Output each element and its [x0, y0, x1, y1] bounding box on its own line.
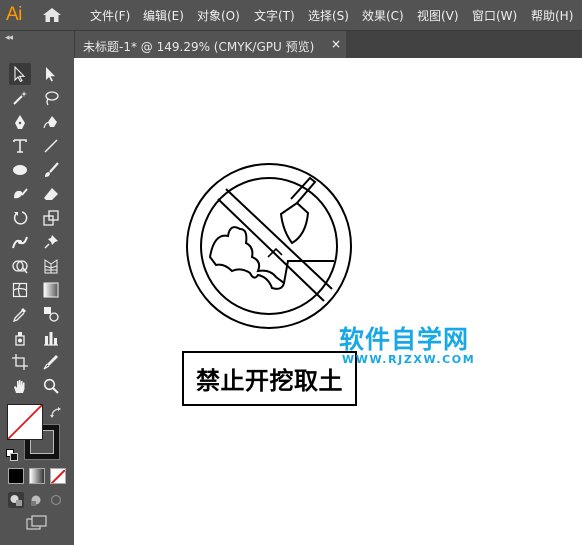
no-digging-sign [186, 163, 352, 329]
ellipse-tool-icon [13, 165, 27, 175]
blend-tool-icon [44, 307, 59, 322]
document-tab[interactable]: 未标题-1* @ 149.29% (CMYK/GPU 预览) × [74, 31, 346, 58]
menu-select[interactable]: 选择(S) [308, 7, 349, 24]
menu-window[interactable]: 窗口(W) [472, 7, 517, 24]
draw-normal-icon[interactable] [8, 492, 24, 508]
magic-wand-tool[interactable] [9, 87, 31, 109]
artboard-canvas[interactable]: 禁止开挖取土 软件自学网 WWW.RJZXW.COM [74, 58, 582, 545]
magic-wand-tool-icon [13, 91, 27, 105]
home-icon[interactable] [42, 7, 62, 23]
screen-mode-icon[interactable] [26, 515, 48, 531]
paintbrush-tool-icon [45, 162, 59, 177]
artboard-tool[interactable] [9, 351, 31, 373]
menu-object[interactable]: 对象(O) [197, 7, 240, 24]
eyedropper-tool[interactable] [9, 303, 31, 325]
sign-label-text: 禁止开挖取土 [196, 367, 343, 395]
sign-label-box: 禁止开挖取土 [182, 351, 357, 406]
rotate-tool[interactable] [9, 207, 31, 229]
perspective-grid-tool-icon [44, 259, 58, 274]
column-graph-tool[interactable] [40, 327, 62, 349]
watermark-title: 软件自学网 [339, 325, 470, 354]
curvature-tool-icon [43, 116, 57, 129]
mesh-tool[interactable] [9, 279, 31, 301]
blob-brush-tool-icon [14, 188, 28, 199]
eyedropper-tool-icon [12, 308, 26, 322]
artboard-tool-icon [12, 354, 28, 370]
symbol-sprayer-tool-icon [15, 332, 25, 346]
fill-swatch[interactable] [7, 404, 43, 440]
rotate-tool-icon [13, 211, 28, 225]
menu-help[interactable]: 帮助(H) [531, 7, 573, 24]
shape-builder-tool[interactable] [9, 255, 31, 277]
document-tab-title: 未标题-1* @ 149.29% (CMYK/GPU 预览) [83, 40, 315, 54]
pen-tool-icon [15, 115, 25, 129]
menu-view[interactable]: 视图(V) [417, 7, 459, 24]
zoom-tool[interactable] [40, 375, 62, 397]
default-fill-stroke-icon[interactable] [6, 446, 18, 461]
app-logo: Ai [6, 4, 22, 25]
zoom-tool-icon [43, 378, 59, 394]
slice-tool-icon [43, 355, 58, 370]
blend-tool[interactable] [40, 303, 62, 325]
swap-fill-stroke-icon[interactable] [49, 405, 63, 419]
puppet-warp-tool[interactable] [9, 231, 31, 253]
pin-tool[interactable] [40, 231, 62, 253]
draw-inside-icon[interactable] [48, 492, 64, 508]
mesh-tool-icon [12, 282, 28, 298]
type-tool-icon [13, 139, 27, 153]
scale-tool-icon [43, 210, 59, 226]
gradient-tool-icon [43, 282, 59, 298]
document-tab-bar: 未标题-1* @ 149.29% (CMYK/GPU 预览) × [74, 31, 582, 58]
draw-behind-icon[interactable] [28, 492, 44, 508]
ellipse-tool[interactable] [9, 159, 31, 181]
none-fill-icon [8, 405, 42, 439]
direct-selection-tool-icon [46, 67, 55, 82]
direct-selection-tool[interactable] [40, 63, 62, 85]
eraser-tool[interactable] [40, 183, 62, 205]
line-segment-tool[interactable] [40, 135, 62, 157]
menu-bar: Ai 文件(F) 编辑(E) 对象(O) 文字(T) 选择(S) 效果(C) 视… [0, 0, 582, 31]
color-mode-button[interactable] [8, 468, 24, 484]
tools-panel: ◂◂ [0, 31, 75, 545]
lasso-tool-icon [45, 91, 59, 106]
menu-edit[interactable]: 编辑(E) [143, 7, 184, 24]
gradient-mode-button[interactable] [29, 468, 45, 484]
hand-tool[interactable] [9, 375, 31, 397]
none-mode-button[interactable] [50, 468, 66, 484]
scale-tool[interactable] [40, 207, 62, 229]
watermark-url: WWW.RJZXW.COM [342, 353, 476, 366]
eraser-tool-icon [44, 188, 58, 200]
none-icon [51, 469, 65, 483]
paintbrush-tool[interactable] [40, 159, 62, 181]
curvature-tool[interactable] [40, 111, 62, 133]
menu-effect[interactable]: 效果(C) [362, 7, 404, 24]
type-tool[interactable] [9, 135, 31, 157]
blob-brush-tool[interactable] [9, 183, 31, 205]
selection-tool-icon [14, 66, 26, 82]
hand-tool-icon [14, 380, 25, 393]
perspective-grid-tool[interactable] [40, 255, 62, 277]
line-segment-tool-icon [44, 139, 58, 153]
selection-tool[interactable] [9, 63, 31, 85]
menu-type[interactable]: 文字(T) [254, 7, 295, 24]
close-icon[interactable]: × [331, 37, 341, 51]
symbol-sprayer-tool[interactable] [9, 327, 31, 349]
lasso-tool[interactable] [40, 87, 62, 109]
slice-tool[interactable] [40, 351, 62, 373]
pen-tool[interactable] [9, 111, 31, 133]
gradient-tool[interactable] [40, 279, 62, 301]
collapse-panel-icon[interactable]: ◂◂ [5, 33, 13, 43]
menu-file[interactable]: 文件(F) [90, 7, 130, 24]
shape-builder-tool-icon [12, 260, 28, 274]
column-graph-tool-icon [44, 332, 58, 346]
puppet-warp-tool-icon [12, 236, 28, 249]
pin-tool-icon [44, 235, 58, 249]
